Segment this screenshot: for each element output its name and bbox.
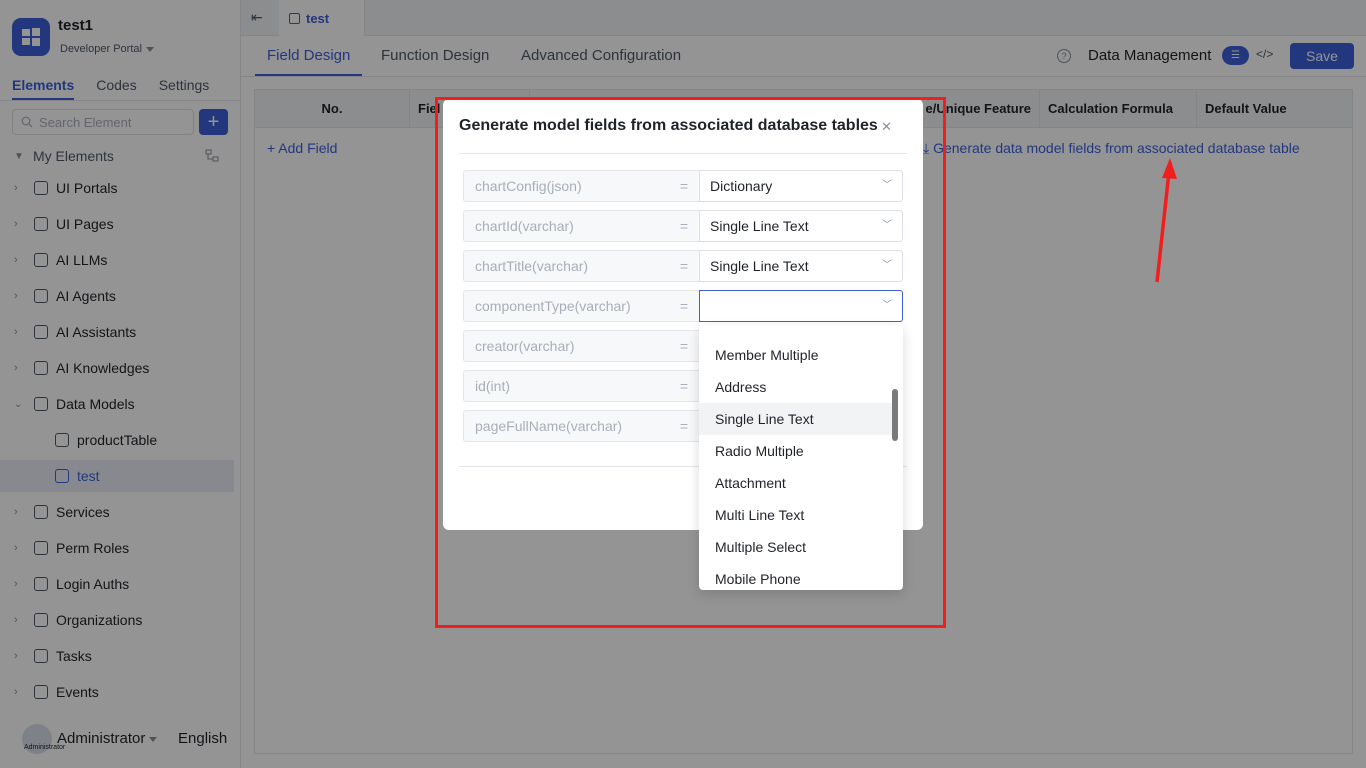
highlight-box bbox=[435, 97, 946, 628]
annotation-arrow bbox=[1155, 158, 1177, 283]
